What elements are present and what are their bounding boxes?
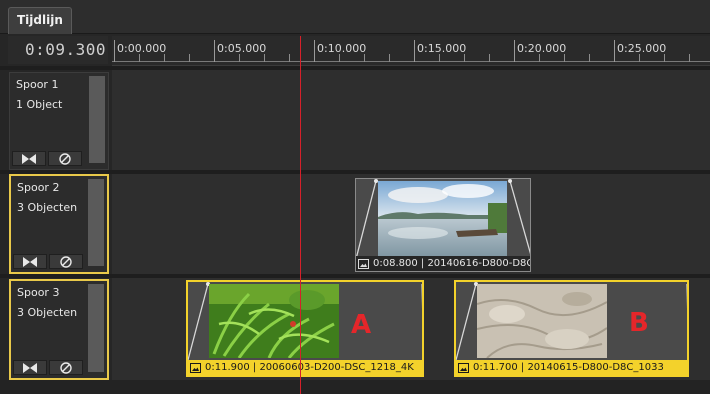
ruler-minor-tick [339,54,340,62]
ruler-major-tick [214,40,215,62]
clip-plant-image[interactable]: A 0:11.900 | 20060603-D200-DSC_1218_4K [186,280,424,377]
bowtie-icon [23,362,37,373]
track-scrollbar[interactable] [88,179,104,266]
track-scrollbar[interactable] [89,76,105,163]
ruler-tick-label: 0:10.000 [317,42,367,55]
track-row-3: Spoor 3 3 Objecten A 0:11.900 | 20060603… [0,278,710,380]
ruler-major-tick [514,40,515,62]
ruler-minor-tick [664,54,665,62]
ruler-minor-tick [239,54,240,62]
ruler-major-tick [114,40,115,62]
clip-rock-image[interactable]: B 0:11.700 | 20140615-D800-D8C_1033 [454,280,689,377]
time-ruler[interactable]: 0:00.000 0:05.000 0:10.000 0:15.000 0:20.000… [112,36,710,66]
track-row-2: Spoor 2 3 Objecten 0:08.800 | 20140616-D… [0,174,710,274]
track-scrollbar[interactable] [88,284,104,372]
tab-bar: Tijdlijn [0,0,710,34]
timeline-window: Tijdlijn 0:09.300 0:00.000 0:05.000 0:10.0… [0,0,710,394]
ruler-minor-tick [639,54,640,62]
ruler-major-tick [414,40,415,62]
ruler-tick-label: 0:15.000 [417,42,467,55]
track-object-count: 1 Object [16,98,63,111]
clip-info-bar: 0:08.800 | 20140616-D800-D8C_1224 [356,256,530,271]
prohibited-icon [60,255,72,268]
clip-info-text: 0:11.900 | 20060603-D200-DSC_1218_4K [205,362,414,373]
current-time-display: 0:09.300 [8,36,108,64]
track-lane-1[interactable] [112,70,710,170]
image-icon [358,258,369,269]
clip-info-text: 0:08.800 | 20140616-D800-D8C_1224 [373,258,530,269]
ruler-minor-tick [464,54,465,62]
ruler-minor-tick [489,54,490,62]
ruler-baseline [112,61,710,62]
track-name: Spoor 3 [17,286,60,299]
disable-track-button[interactable] [49,360,83,375]
ruler-major-tick [314,40,315,62]
bowtie-icon [22,153,36,164]
ruler-minor-tick [164,54,165,62]
ruler-major-tick [614,40,615,62]
track-name: Spoor 1 [16,78,59,91]
ruler-minor-tick [364,54,365,62]
plant-photo [209,284,339,358]
playhead[interactable] [300,36,301,394]
disable-track-button[interactable] [48,151,82,166]
ruler-tick-label: 0:20.000 [517,42,567,55]
clip-info-text: 0:11.700 | 20140615-D800-D8C_1033 [473,362,664,373]
bowtie-icon [23,256,37,267]
rock-photo [477,284,607,358]
disable-track-button[interactable] [49,254,83,269]
ruler-minor-tick [564,54,565,62]
clip-info-bar: 0:11.900 | 20060603-D200-DSC_1218_4K [188,360,422,375]
ruler-minor-tick [689,54,690,62]
track-name: Spoor 2 [17,181,60,194]
marker-letter-b: B [629,308,649,338]
clip-info-bar: 0:11.700 | 20140615-D800-D8C_1033 [456,360,687,375]
ruler-minor-tick [289,54,290,62]
track-object-count: 3 Objecten [17,306,78,319]
image-icon [190,362,201,373]
lake-photo [378,181,507,257]
transition-button[interactable] [13,360,47,375]
clip-thumbnail [378,181,507,257]
ruler-minor-tick [539,54,540,62]
clip-lake-image[interactable]: 0:08.800 | 20140616-D800-D8C_1224 [355,178,531,272]
prohibited-icon [59,152,71,165]
ruler-minor-tick [264,54,265,62]
ruler-tick-label: 0:25.000 [617,42,667,55]
ruler-minor-tick [189,54,190,62]
ruler-tick-label: 0:05.000 [217,42,267,55]
ruler-minor-tick [439,54,440,62]
track-header-1[interactable]: Spoor 1 1 Object [9,72,109,170]
tab-tijdlijn[interactable]: Tijdlijn [8,7,72,34]
clip-thumbnail [477,284,607,358]
ruler-tick-label: 0:00.000 [117,42,167,55]
prohibited-icon [60,361,72,374]
track-object-count: 3 Objecten [17,201,78,214]
bottom-bar [0,380,710,394]
track-row-1: Spoor 1 1 Object [0,70,710,170]
ruler-minor-tick [139,54,140,62]
transition-button[interactable] [12,151,46,166]
clip-thumbnail [209,284,339,358]
track-header-2[interactable]: Spoor 2 3 Objecten [9,174,109,274]
image-icon [458,362,469,373]
ruler-minor-tick [589,54,590,62]
track-header-3[interactable]: Spoor 3 3 Objecten [9,279,109,380]
transition-button[interactable] [13,254,47,269]
marker-letter-a: A [351,310,372,340]
ruler-minor-tick [389,54,390,62]
